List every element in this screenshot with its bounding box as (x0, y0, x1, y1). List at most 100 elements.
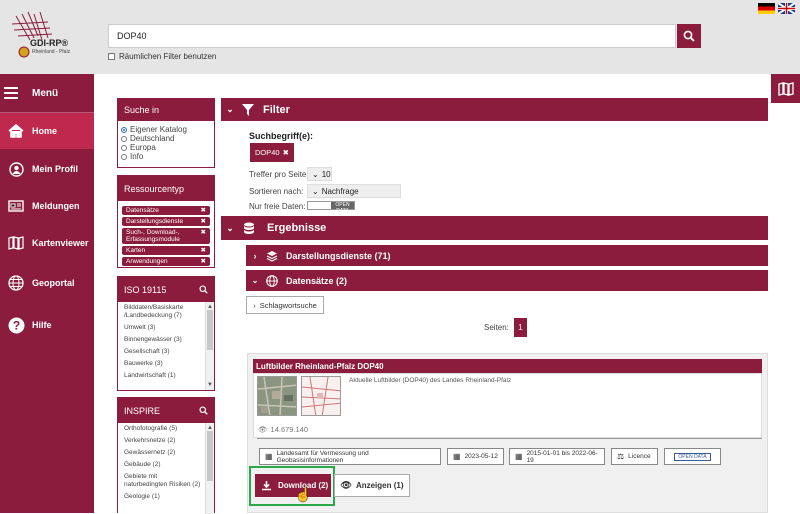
map-thumbnail[interactable] (301, 376, 341, 416)
filter-bar[interactable]: ⌄ Filter (221, 98, 768, 121)
cursor-hand-icon: ☝ (295, 487, 312, 502)
per-page-select[interactable]: ⌄ 10 (307, 167, 332, 181)
search-in-option[interactable]: Eigener Katalog (121, 125, 211, 134)
inspire-title: INSPIRE (124, 405, 161, 416)
result-title-bar[interactable]: Luftbilder Rheinland-Pfalz DOP40 (253, 359, 762, 373)
sidebar-item-messages[interactable]: Meldungen (0, 188, 94, 224)
sort-select[interactable]: ⌄ Nachfrage (307, 184, 401, 198)
open-data-badge[interactable]: OPEN DATA (664, 448, 721, 465)
remove-icon[interactable]: ✖ (201, 207, 206, 214)
spatial-filter-checkbox[interactable] (108, 53, 115, 60)
facet-item[interactable]: Gebäude (2) (118, 459, 214, 471)
view-button[interactable]: 👁 Anzeigen (1) (334, 474, 410, 497)
preview-thumbnail[interactable] (257, 376, 297, 416)
sidebar-item-label: Hilfe (32, 320, 52, 330)
logo-grid-icon (11, 11, 53, 58)
resource-type-title: Ressourcentyp (124, 183, 185, 194)
sidebar-item-home[interactable]: Home (0, 113, 94, 149)
radio-button[interactable] (121, 144, 127, 151)
sidebar-item-help[interactable]: ? Hilfe (0, 307, 94, 343)
aerial-image (258, 377, 296, 415)
remove-icon[interactable]: ✖ (201, 218, 206, 225)
results-bar[interactable]: ⌄ Ergebnisse (221, 216, 768, 240)
search-icon[interactable] (199, 285, 208, 294)
sidebar-item-geoportal[interactable]: Geoportal (0, 265, 94, 301)
building-icon: ▦ (265, 452, 273, 461)
facet-item[interactable]: Bilddaten/Basiskarte /Landbedeckung (7) (118, 302, 214, 322)
search-term-label: Suchbegriff(e): (249, 131, 313, 141)
search-term-chip[interactable]: DOP40 ✖ (250, 143, 294, 162)
date-badge[interactable]: ▦ 2023-05-12 (447, 448, 504, 465)
facet-item[interactable]: Gewässernetz (2) (118, 447, 214, 459)
radio-button[interactable] (121, 135, 127, 142)
radio-button[interactable] (121, 153, 127, 160)
calendar-icon: ▦ (515, 452, 523, 461)
sidebar-item-mapviewer[interactable]: Kartenviewer (0, 225, 94, 261)
map-preview-image (302, 377, 340, 415)
search-button[interactable] (677, 24, 701, 48)
scrollbar[interactable]: ▲ (205, 423, 214, 514)
search-icon[interactable] (199, 406, 208, 415)
sidebar-item-profile[interactable]: Mein Profil (0, 151, 94, 187)
scroll-down-icon[interactable]: ▼ (207, 382, 213, 388)
scroll-thumb[interactable] (207, 310, 213, 350)
button-label: Schlagwortsuche (259, 300, 317, 310)
logo[interactable]: GDI-RP® Rheinland - Pfalz (8, 10, 72, 64)
svg-text:?: ? (12, 318, 19, 332)
resource-tag[interactable]: Anwendungen ✖ (122, 257, 210, 266)
chip-label: DOP40 (255, 148, 280, 157)
remove-icon[interactable]: ✖ (201, 258, 206, 265)
time-range-badge[interactable]: ▦ 2015-01-01 bis 2022-06-19 (509, 448, 605, 465)
download-button[interactable]: Download (2) (255, 474, 331, 497)
english-flag-icon[interactable] (778, 3, 795, 14)
remove-icon[interactable]: ✖ (283, 148, 289, 157)
section-darstellungsdienste[interactable]: › Darstellungsdienste (71) (246, 245, 768, 266)
remove-icon[interactable]: ✖ (201, 229, 206, 243)
page-button[interactable]: 1 (514, 318, 527, 337)
facet-item[interactable]: Verkehrsnetze (2) (118, 435, 214, 447)
licence-badge[interactable]: ⚖ Licence (611, 448, 658, 465)
iso-title: ISO 19115 (124, 284, 167, 295)
resource-tag[interactable]: Karten ✖ (122, 246, 210, 255)
select-value: Nachfrage (321, 186, 359, 196)
search-input[interactable] (108, 24, 676, 48)
keyword-search-button[interactable]: › Schlagwortsuche (246, 296, 324, 314)
facet-item[interactable]: Umwelt (3) (118, 322, 214, 334)
menu-toggle[interactable]: Menü (0, 74, 94, 112)
german-flag-icon[interactable] (758, 3, 775, 14)
facet-item[interactable]: Orthofotografie (5) (118, 423, 214, 435)
search-in-option[interactable]: Info (121, 152, 211, 161)
facet-item[interactable]: Landwirtschaft (1) (118, 370, 214, 382)
organization-badge[interactable]: ▦ Landesamt für Vermessung und Geobasisin… (259, 448, 441, 465)
menu-label: Menü (32, 87, 59, 99)
calendar-icon: ▦ (453, 452, 461, 461)
language-flags (758, 3, 795, 14)
facet-item[interactable]: Geologie (1) (118, 491, 214, 503)
open-data-left (308, 202, 331, 209)
facet-item[interactable]: Binnengewässer (3) (118, 334, 214, 346)
search-in-title: Suche in (124, 105, 160, 115)
resource-tag[interactable]: Datensätze ✖ (122, 206, 210, 215)
scrollbar[interactable]: ▲ ▼ (205, 302, 214, 390)
database-icon (244, 222, 254, 234)
iso-panel: ISO 19115 Bilddaten/Basiskarte /Landbede… (117, 276, 215, 391)
search-in-option[interactable]: Europa (121, 143, 211, 152)
section-label: Datensätze (2) (286, 275, 348, 286)
open-data-badge: OPEN DATA (331, 202, 354, 214)
facet-item[interactable]: Bauwerke (3) (118, 358, 214, 370)
facet-item[interactable]: Gesellschaft (3) (118, 346, 214, 358)
licence-label: Licence (628, 453, 651, 460)
section-datensaetze[interactable]: ⌄ Datensätze (2) (246, 270, 768, 291)
user-icon (8, 161, 24, 177)
resource-tag[interactable]: Darstellungsdienste ✖ (122, 217, 210, 226)
tag-label: Such-, Download-, Erfassungsmodule (126, 229, 180, 243)
scale-icon: ⚖ (617, 452, 625, 461)
remove-icon[interactable]: ✖ (201, 247, 206, 254)
map-viewer-tab[interactable] (771, 74, 800, 103)
open-data-toggle[interactable]: OPEN DATA (307, 201, 355, 214)
search-in-option[interactable]: Deutschland (121, 134, 211, 143)
facet-item[interactable]: Gebiete mit naturbedingten Risiken (2) (118, 471, 214, 491)
resource-tag[interactable]: Such-, Download-, Erfassungsmodule ✖ (122, 228, 210, 244)
scroll-thumb[interactable] (207, 431, 213, 481)
radio-button[interactable] (121, 126, 127, 133)
